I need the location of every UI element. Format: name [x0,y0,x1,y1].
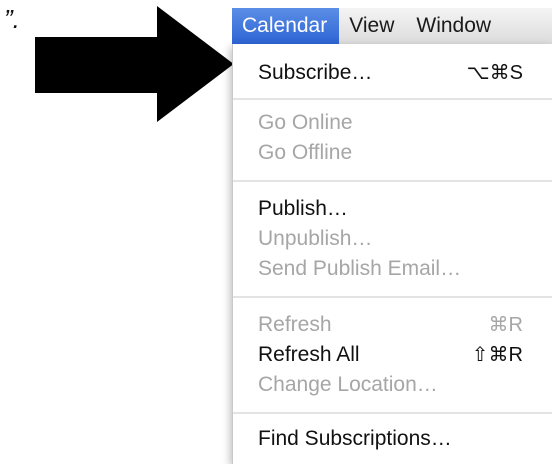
menubar-item-view[interactable]: View [339,8,406,44]
menu-item-label: Refresh [258,313,332,336]
menu-item-label: Send Publish Email… [258,257,462,280]
menu-item-refresh[interactable]: Refresh ⌘R [233,310,552,340]
menu-item-go-offline[interactable]: Go Offline [233,138,552,168]
menu-item-label: Change Location… [258,373,438,396]
menu-item-label: Find Subscriptions… [258,427,452,450]
menu-item-find-subscriptions[interactable]: Find Subscriptions… [233,424,552,454]
menu-item-label: Subscribe… [258,61,373,84]
menu-item-label: Go Online [258,111,353,134]
menu-item-publish[interactable]: Publish… [233,194,552,224]
menu-bar: Calendar View Window [232,8,552,45]
menu-item-send-publish-email[interactable]: Send Publish Email… [233,254,552,284]
menu-separator [233,412,552,414]
pointer-arrow-icon [35,5,232,123]
menu-item-subscribe[interactable]: Subscribe… ⌥⌘S [233,58,552,88]
menu-item-label: Publish… [258,197,348,220]
menu-item-unpublish[interactable]: Unpublish… [233,224,552,254]
menu-separator [233,180,552,182]
menu-item-shortcut: ⌘R [488,314,523,336]
menu-item-go-online[interactable]: Go Online [233,108,552,138]
menubar-item-calendar[interactable]: Calendar [232,8,340,44]
menu-separator [233,98,552,100]
menu-item-shortcut: ⇧⌘R [471,344,523,366]
menu-separator [233,296,552,298]
menu-item-change-location[interactable]: Change Location… [233,370,552,400]
menu-item-shortcut: ⌥⌘S [466,62,523,84]
menu-item-label: Go Offline [258,141,353,164]
menu-item-label: Unpublish… [258,227,373,250]
menu-item-refresh-all[interactable]: Refresh All ⇧⌘R [233,340,552,370]
arrow-shape [35,5,232,123]
screenshot-stage: ”. Calendar View Window Subscribe… ⌥⌘S G… [0,0,552,464]
calendar-menu-dropdown: Subscribe… ⌥⌘S Go Online Go Offline Publ… [232,44,552,464]
menu-item-label: Refresh All [258,343,360,366]
menubar-item-window[interactable]: Window [406,8,503,44]
